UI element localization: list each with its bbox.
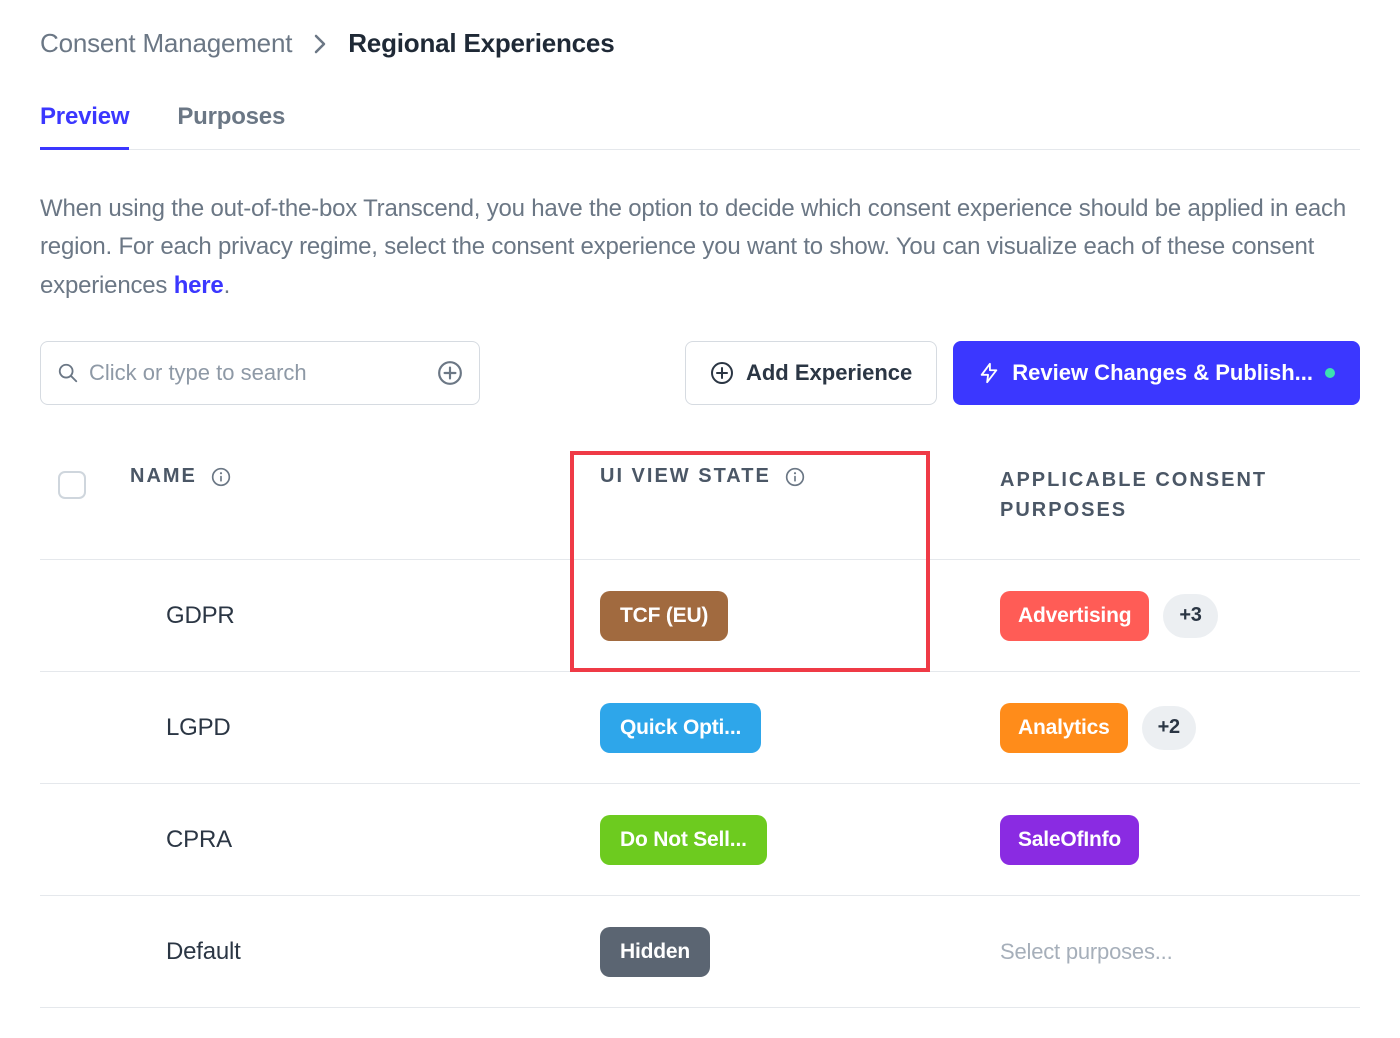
cell-name[interactable]: LGPD <box>130 714 600 742</box>
cell-ui-view-state[interactable]: Quick Opti... <box>600 703 1000 753</box>
tabs: Preview Purposes <box>40 103 1360 150</box>
table-row[interactable]: GDPRTCF (EU) Advertising +3 <box>40 560 1360 672</box>
cell-purposes[interactable]: SaleOfInfo <box>1000 815 1360 865</box>
cell-purposes[interactable]: Advertising +3 <box>1000 591 1360 641</box>
chevron-right-icon <box>314 34 326 54</box>
unpublished-indicator-dot <box>1325 368 1335 378</box>
table-row[interactable]: LGPDQuick Opti... Analytics +2 <box>40 672 1360 784</box>
lightning-icon <box>978 361 1000 385</box>
tab-purposes[interactable]: Purposes <box>177 103 285 149</box>
column-header-purposes-label: APPLICABLE CONSENT PURPOSES <box>1000 465 1360 525</box>
description-text: When using the out-of-the-box Transcend,… <box>40 195 1346 299</box>
cell-name[interactable]: GDPR <box>130 602 600 630</box>
table-header-row: NAME UI VIEW STATE APPLICABLE CONSENT PU… <box>40 445 1360 560</box>
select-all-checkbox[interactable] <box>58 471 86 499</box>
purpose-pill[interactable]: Advertising <box>1000 591 1149 641</box>
search-icon <box>57 362 79 384</box>
page-description: When using the out-of-the-box Transcend,… <box>40 190 1360 305</box>
search-input[interactable] <box>79 360 437 386</box>
cell-ui-view-state[interactable]: Hidden <box>600 927 1000 977</box>
tab-preview[interactable]: Preview <box>40 103 129 149</box>
table-row[interactable]: DefaultHidden Select purposes... <box>40 896 1360 1008</box>
column-header-ui-view-state-label: UI VIEW STATE <box>600 465 771 488</box>
column-header-purposes[interactable]: APPLICABLE CONSENT PURPOSES <box>1000 465 1360 525</box>
column-header-name[interactable]: NAME <box>130 465 600 488</box>
review-publish-button[interactable]: Review Changes & Publish... <box>953 341 1360 405</box>
description-link-here[interactable]: here <box>174 272 224 299</box>
cell-name[interactable]: CPRA <box>130 826 600 854</box>
review-publish-label: Review Changes & Publish... <box>1012 360 1313 386</box>
breadcrumb-current: Regional Experiences <box>348 28 614 59</box>
cell-name[interactable]: Default <box>130 938 600 966</box>
state-pill[interactable]: Hidden <box>600 927 710 977</box>
cell-ui-view-state[interactable]: TCF (EU) <box>600 591 1000 641</box>
state-pill[interactable]: TCF (EU) <box>600 591 728 641</box>
info-icon[interactable] <box>211 467 231 487</box>
plus-circle-icon[interactable] <box>437 360 463 386</box>
experiences-table: NAME UI VIEW STATE APPLICABLE CONSENT PU… <box>40 445 1360 1008</box>
breadcrumb: Consent Management Regional Experiences <box>40 28 1360 59</box>
purposes-placeholder[interactable]: Select purposes... <box>1000 939 1173 965</box>
table-row[interactable]: CPRADo Not Sell... SaleOfInfo <box>40 784 1360 896</box>
purpose-pill[interactable]: SaleOfInfo <box>1000 815 1139 865</box>
cell-purposes[interactable]: Analytics +2 <box>1000 703 1360 753</box>
breadcrumb-parent[interactable]: Consent Management <box>40 28 292 59</box>
add-experience-button[interactable]: Add Experience <box>685 341 937 405</box>
description-text-after: . <box>224 272 230 299</box>
more-count-pill[interactable]: +2 <box>1142 706 1196 750</box>
purpose-pill[interactable]: Analytics <box>1000 703 1128 753</box>
info-icon[interactable] <box>785 467 805 487</box>
cell-purposes[interactable]: Select purposes... <box>1000 939 1360 965</box>
cell-ui-view-state[interactable]: Do Not Sell... <box>600 815 1000 865</box>
more-count-pill[interactable]: +3 <box>1163 594 1217 638</box>
column-header-name-label: NAME <box>130 465 197 488</box>
toolbar: Add Experience Review Changes & Publish.… <box>40 341 1360 405</box>
search-field-wrap[interactable] <box>40 341 480 405</box>
plus-circle-icon <box>710 361 734 385</box>
select-all-cell <box>40 465 130 499</box>
column-header-ui-view-state[interactable]: UI VIEW STATE <box>600 465 1000 488</box>
state-pill[interactable]: Quick Opti... <box>600 703 761 753</box>
state-pill[interactable]: Do Not Sell... <box>600 815 767 865</box>
add-experience-label: Add Experience <box>746 360 912 386</box>
